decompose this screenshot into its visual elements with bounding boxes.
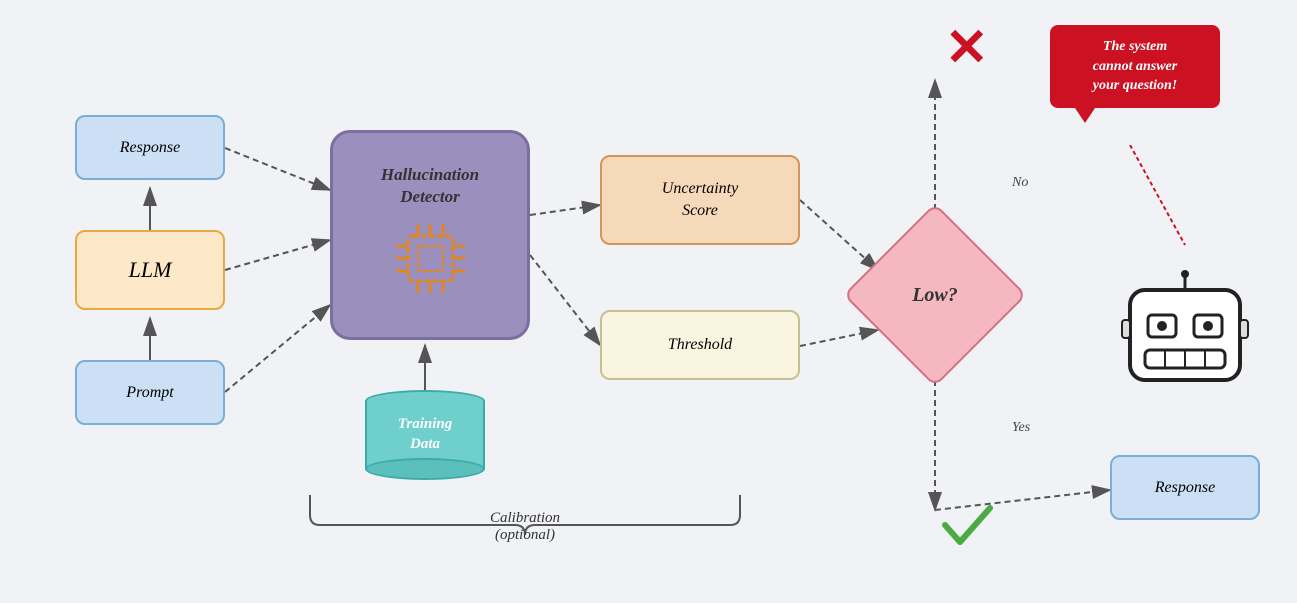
speech-bubble-text: The system cannot answer your question! [1093, 39, 1177, 93]
diamond-label: Low? [870, 230, 1000, 360]
decision-diamond: Low? [870, 230, 1000, 360]
checkmark-svg [940, 500, 995, 550]
llm-box: LLM [75, 230, 225, 310]
bubble-connector-svg [1100, 145, 1200, 285]
prompt-label: Prompt [126, 384, 173, 402]
response-right-label: Response [1155, 479, 1215, 497]
threshold-label: Threshold [668, 336, 732, 354]
prompt-box: Prompt [75, 360, 225, 425]
chip-icon [388, 216, 473, 301]
uncertainty-score-label: Uncertainty Score [662, 178, 738, 223]
speech-bubble: The system cannot answer your question! [1050, 25, 1220, 108]
response-box-left: Response [75, 115, 225, 180]
diagram: Calibration (optional) LLM Response Prom… [0, 0, 1297, 603]
uncertainty-score-box: Uncertainty Score [600, 155, 800, 245]
response-left-label: Response [120, 139, 180, 157]
robot-icon [1120, 270, 1250, 390]
training-data-cylinder: TrainingData [365, 390, 485, 480]
response-box-right: Response [1110, 455, 1260, 520]
x-mark-icon: ✕ [945, 18, 989, 78]
llm-label: LLM [129, 257, 172, 283]
yes-label: Yes [1012, 420, 1030, 436]
calibration-label: Calibration (optional) [310, 510, 740, 544]
hallucination-detector-box: HallucinationDetector [330, 130, 530, 340]
check-mark-icon [940, 500, 995, 562]
no-label: No [1012, 175, 1028, 191]
threshold-box: Threshold [600, 310, 800, 380]
